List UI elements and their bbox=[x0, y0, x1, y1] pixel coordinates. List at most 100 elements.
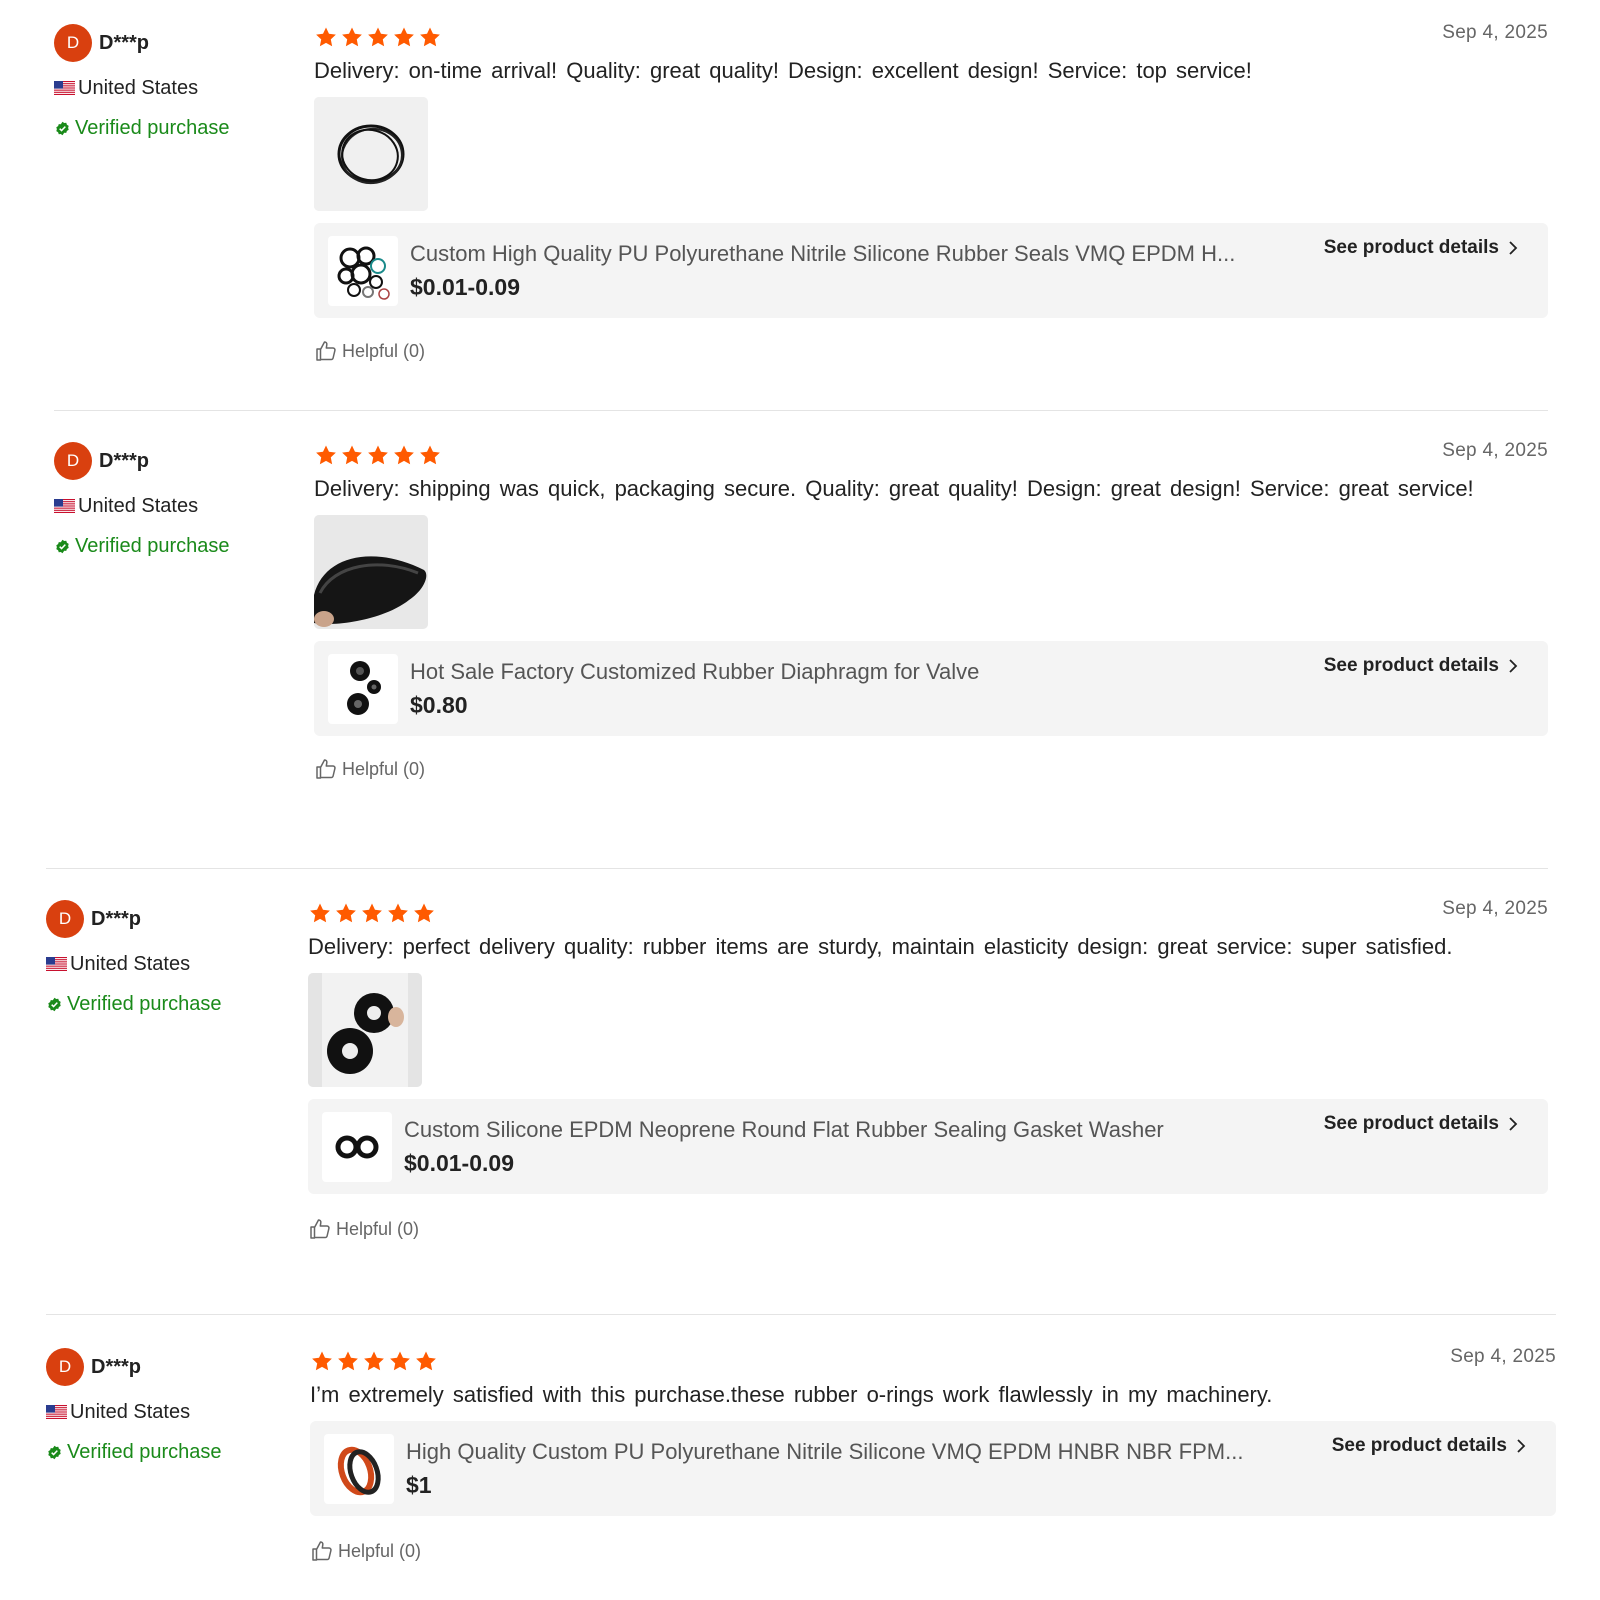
thumbs-up-icon bbox=[314, 339, 338, 363]
star-icon bbox=[334, 902, 358, 925]
reviewer-country: United States bbox=[70, 1400, 191, 1423]
star-icon bbox=[336, 1350, 360, 1373]
product-title[interactable]: Hot Sale Factory Customized Rubber Diaph… bbox=[410, 658, 1264, 686]
chevron-right-icon bbox=[1508, 240, 1518, 256]
review-text: I’m extremely satisfied with this purcha… bbox=[310, 1382, 1273, 1407]
reviewer-name: D***p bbox=[91, 907, 142, 930]
product-card[interactable]: High Quality Custom PU Polyurethane Nitr… bbox=[310, 1421, 1556, 1516]
star-icon bbox=[362, 1350, 386, 1373]
verified-badge-icon bbox=[47, 1445, 62, 1460]
reviewer-name: D***p bbox=[91, 1355, 142, 1378]
star-icon bbox=[360, 902, 384, 925]
avatar: D bbox=[54, 442, 92, 480]
star-rating bbox=[310, 1348, 1556, 1374]
product-price: $1 bbox=[406, 1472, 432, 1498]
star-icon bbox=[308, 902, 332, 925]
see-product-details-label: See product details bbox=[1323, 655, 1499, 676]
thumbs-up-icon bbox=[308, 1217, 332, 1241]
star-icon bbox=[340, 26, 364, 49]
verified-badge-icon bbox=[47, 997, 62, 1012]
us-flag-icon bbox=[46, 1405, 67, 1419]
reviewer-country: United States bbox=[70, 952, 191, 975]
product-card[interactable]: Hot Sale Factory Customized Rubber Diaph… bbox=[314, 641, 1548, 736]
see-product-details-label: See product details bbox=[1331, 1435, 1507, 1456]
star-icon bbox=[392, 26, 416, 49]
washer-photo-icon bbox=[308, 973, 422, 1087]
helpful-button[interactable]: Helpful (0) bbox=[314, 756, 1548, 782]
see-product-details-label: See product details bbox=[1323, 1113, 1499, 1134]
review-date: Sep 4, 2025 bbox=[1442, 440, 1548, 461]
washer-thumb-icon bbox=[335, 1135, 379, 1158]
star-icon bbox=[418, 444, 442, 467]
star-icon bbox=[314, 444, 338, 467]
thumbs-up-icon bbox=[314, 757, 338, 781]
star-rating bbox=[314, 442, 1548, 468]
see-product-details-label: See product details bbox=[1323, 237, 1499, 258]
star-icon bbox=[340, 444, 364, 467]
us-flag-icon bbox=[54, 81, 75, 95]
star-icon bbox=[388, 1350, 412, 1373]
chevron-right-icon bbox=[1508, 1116, 1518, 1132]
reviewer-info: D D***p United States Verified purchase bbox=[46, 900, 286, 1016]
helpful-label: Helpful (0) bbox=[338, 1540, 422, 1561]
review-text: Delivery: perfect delivery quality: rubb… bbox=[308, 934, 1453, 959]
star-icon bbox=[366, 444, 390, 467]
see-product-details-link[interactable]: See product details bbox=[1324, 655, 1518, 677]
diaphragm-thumb-icon bbox=[347, 660, 381, 715]
verified-purchase-label: Verified purchase bbox=[75, 534, 230, 557]
review-divider bbox=[54, 410, 1548, 411]
verified-badge-icon bbox=[55, 121, 70, 136]
helpful-button[interactable]: Helpful (0) bbox=[314, 338, 1548, 364]
product-thumbnail bbox=[328, 235, 398, 306]
see-product-details-link[interactable]: See product details bbox=[1332, 1435, 1526, 1457]
seal-ring-thumb-icon bbox=[337, 1446, 381, 1495]
helpful-button[interactable]: Helpful (0) bbox=[310, 1538, 1556, 1564]
product-price: $0.80 bbox=[410, 692, 468, 718]
reviewer-info: D D***p United States Verified purchase bbox=[54, 442, 294, 558]
verified-purchase-label: Verified purchase bbox=[75, 116, 230, 139]
avatar: D bbox=[46, 900, 84, 938]
avatar: D bbox=[46, 1348, 84, 1386]
review-date: Sep 4, 2025 bbox=[1442, 22, 1548, 43]
helpful-label: Helpful (0) bbox=[342, 758, 426, 779]
diaphragm-photo-icon bbox=[314, 515, 428, 629]
reviewer-name: D***p bbox=[99, 31, 150, 54]
product-title[interactable]: Custom Silicone EPDM Neoprene Round Flat… bbox=[404, 1116, 1264, 1144]
helpful-label: Helpful (0) bbox=[336, 1218, 420, 1239]
o-ring-assortment-thumb-icon bbox=[337, 246, 390, 300]
star-rating bbox=[308, 900, 1548, 926]
product-price: $0.01-0.09 bbox=[410, 274, 520, 300]
chevron-right-icon bbox=[1508, 658, 1518, 674]
verified-badge-icon bbox=[55, 539, 70, 554]
product-card[interactable]: Custom Silicone EPDM Neoprene Round Flat… bbox=[308, 1099, 1548, 1194]
product-card[interactable]: Custom High Quality PU Polyurethane Nitr… bbox=[314, 223, 1548, 318]
star-icon bbox=[414, 1350, 438, 1373]
review-divider bbox=[46, 1314, 1556, 1315]
review-photo[interactable] bbox=[314, 97, 428, 211]
star-icon bbox=[418, 26, 442, 49]
verified-purchase-label: Verified purchase bbox=[67, 992, 222, 1015]
us-flag-icon bbox=[46, 957, 67, 971]
see-product-details-link[interactable]: See product details bbox=[1324, 1113, 1518, 1135]
product-title[interactable]: Custom High Quality PU Polyurethane Nitr… bbox=[410, 240, 1264, 268]
helpful-label: Helpful (0) bbox=[342, 340, 426, 361]
product-title[interactable]: High Quality Custom PU Polyurethane Nitr… bbox=[406, 1438, 1272, 1466]
product-price: $0.01-0.09 bbox=[404, 1150, 514, 1176]
review-text: Delivery: on-time arrival! Quality: grea… bbox=[314, 58, 1252, 83]
review-content: Sep 4, 2025 Delivery: on-time arrival! Q… bbox=[314, 22, 1548, 364]
avatar: D bbox=[54, 24, 92, 62]
review-photo[interactable] bbox=[308, 973, 422, 1087]
see-product-details-link[interactable]: See product details bbox=[1324, 237, 1518, 259]
us-flag-icon bbox=[54, 499, 75, 513]
o-ring-photo-icon bbox=[314, 97, 428, 211]
product-thumbnail bbox=[328, 653, 398, 724]
review-text: Delivery: shipping was quick, packaging … bbox=[314, 476, 1474, 501]
helpful-button[interactable]: Helpful (0) bbox=[308, 1216, 1548, 1242]
reviewer-name: D***p bbox=[99, 449, 150, 472]
review-divider bbox=[46, 868, 1548, 869]
review-date: Sep 4, 2025 bbox=[1442, 898, 1548, 919]
review-photo[interactable] bbox=[314, 515, 428, 629]
reviewer-country: United States bbox=[78, 76, 199, 99]
product-thumbnail bbox=[324, 1433, 394, 1504]
reviewer-info: D D***p United States Verified purchase bbox=[46, 1348, 286, 1464]
